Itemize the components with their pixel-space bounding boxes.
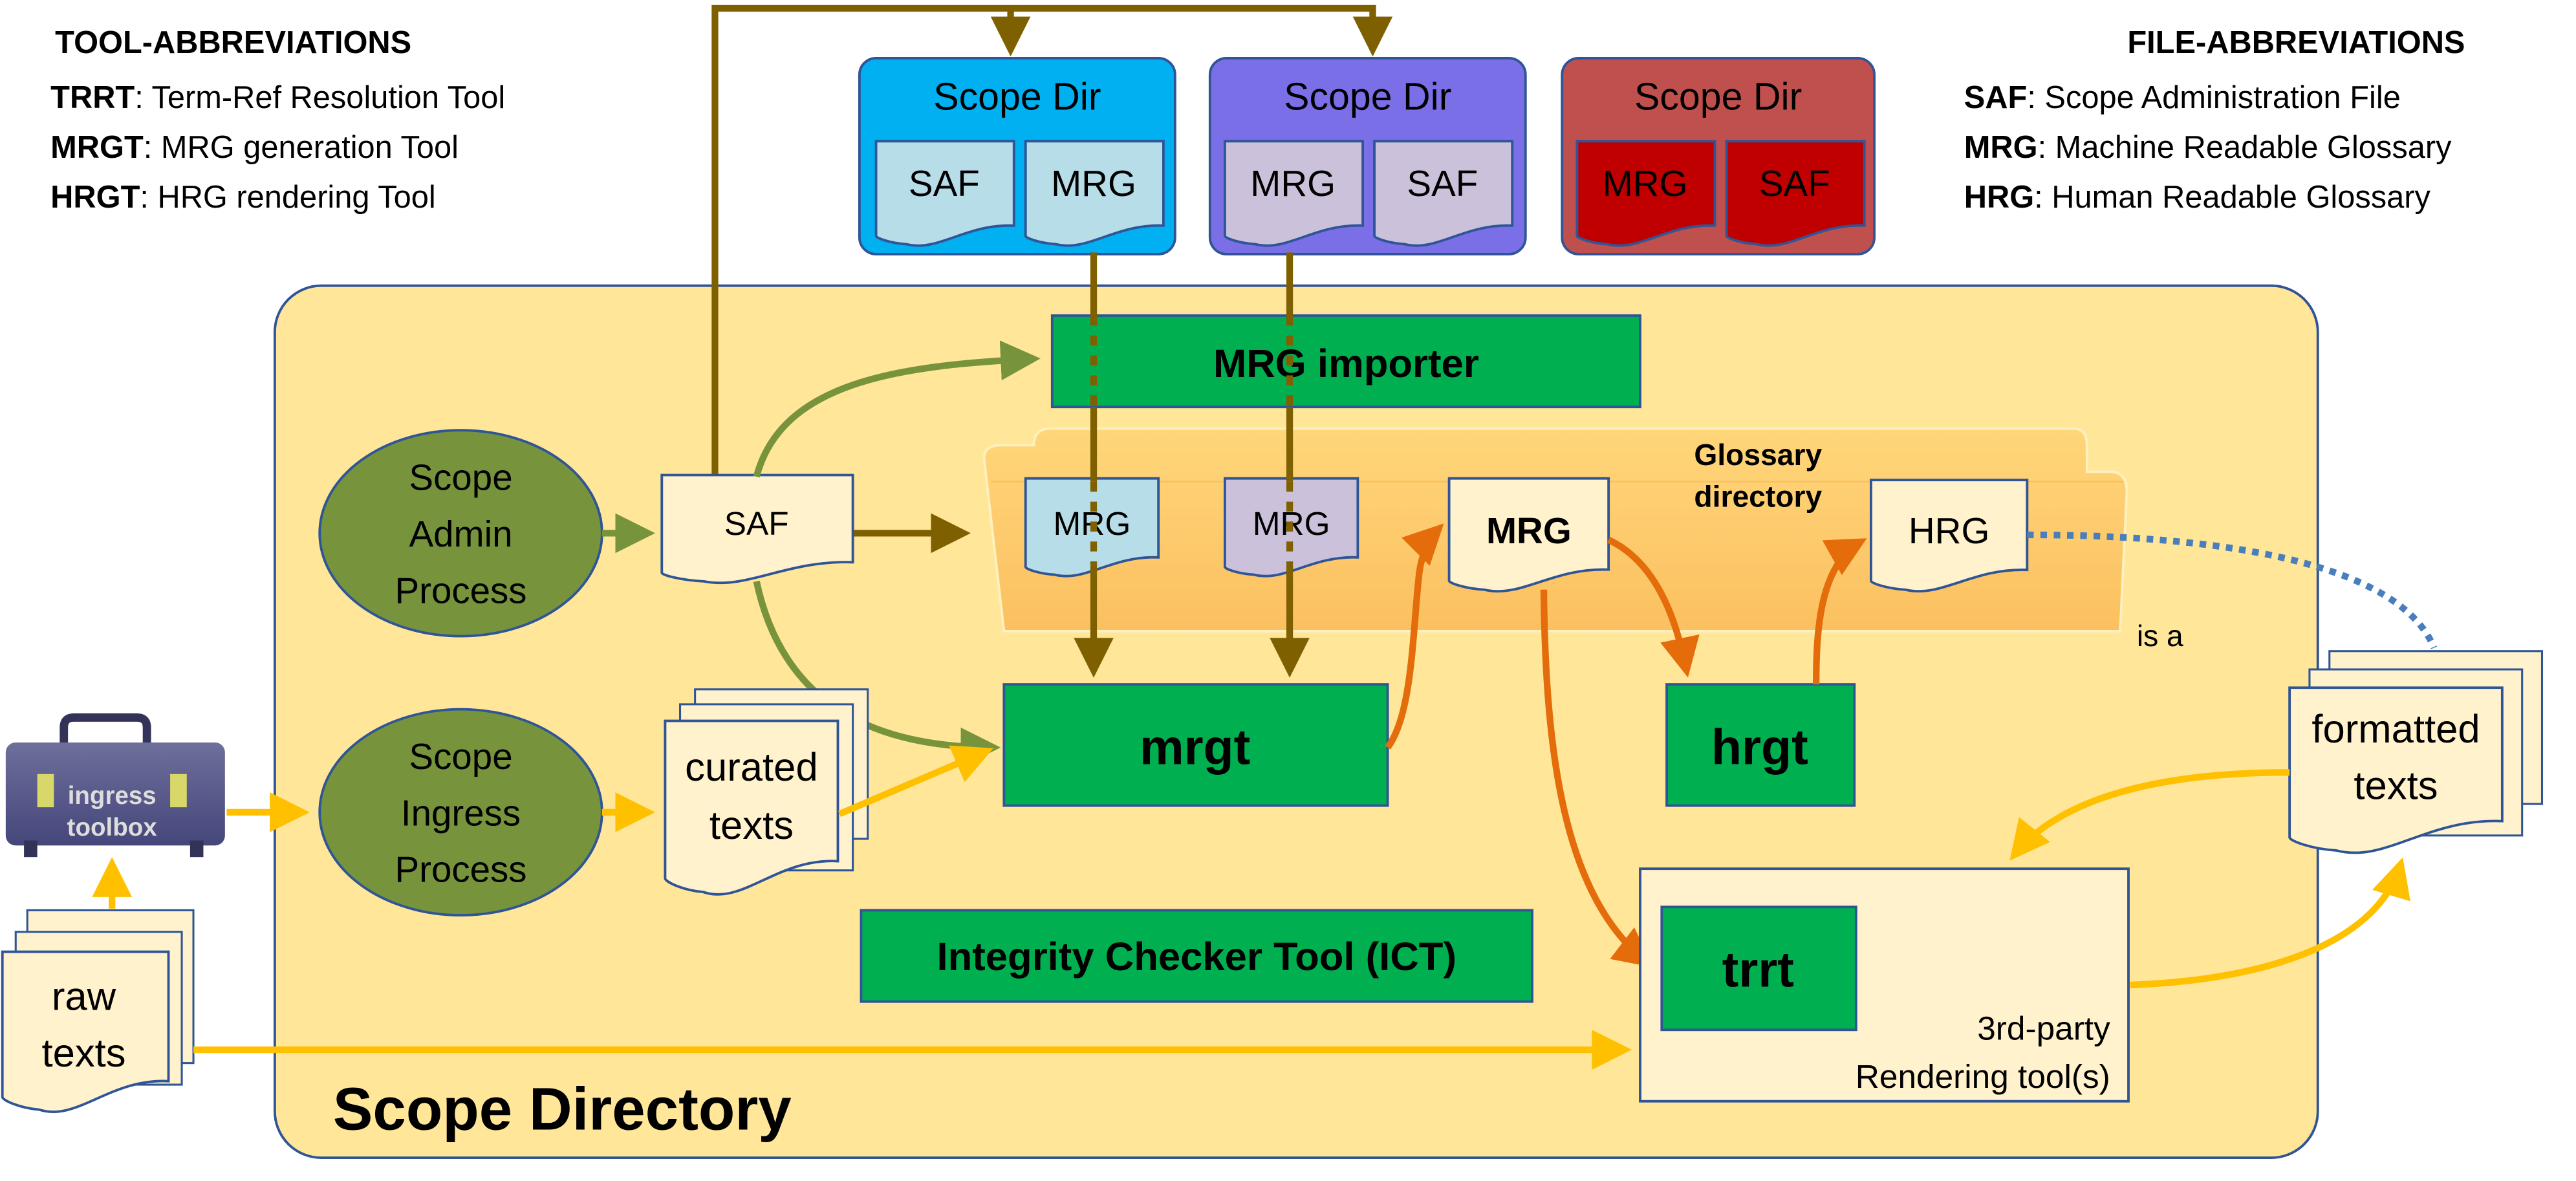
rendering-tools-label: Rendering tool(s) [1856, 1058, 2110, 1095]
process-label: Ingress [401, 792, 521, 833]
legend-item: HRGT: HRG rendering Tool [50, 180, 436, 215]
doc-label: curated [685, 745, 818, 790]
tool-label: mrgt [1140, 719, 1250, 775]
tool-label: trrt [1722, 942, 1794, 998]
doc-label: MRG [1051, 163, 1136, 204]
doc-label: MRG [1250, 163, 1336, 204]
external-scope-dir-blue: Scope Dir SAF MRG [858, 56, 1176, 255]
external-scope-dir-purple: Scope Dir MRG SAF [1208, 56, 1527, 255]
toolbox-label: toolbox [67, 814, 158, 841]
external-scope-dir-red: Scope Dir MRG SAF [1561, 56, 1876, 255]
doc-label: HRG [1909, 510, 1990, 551]
doc-label: SAF [1407, 163, 1478, 204]
legend-title: FILE-ABBREVIATIONS [2127, 25, 2465, 60]
process-label: Scope [409, 736, 512, 777]
doc-label: SAF [724, 505, 789, 542]
legend-item: HRG: Human Readable Glossary [1964, 180, 2431, 215]
doc-label: SAF [909, 163, 980, 204]
doc-label: SAF [1759, 163, 1830, 204]
scope-directory-diagram: TOOL-ABBREVIATIONS TRRT: Term-Ref Resolu… [1, 5, 2544, 1159]
legend-item: MRGT: MRG generation Tool [50, 130, 459, 165]
file-abbreviations-legend: FILE-ABBREVIATIONS SAF: Scope Administra… [1964, 25, 2465, 215]
tool-label: hrgt [1711, 719, 1808, 775]
toolbox-label: ingress [68, 782, 157, 810]
scope-dir-title: Scope Dir [1284, 76, 1451, 118]
legend-item: TRRT: Term-Ref Resolution Tool [50, 80, 505, 115]
scope-dir-title: Scope Dir [1634, 76, 1802, 118]
doc-label: raw [52, 974, 116, 1019]
mrg-importer-label: MRG importer [1213, 341, 1479, 386]
doc-label: texts [41, 1031, 125, 1076]
glossary-directory-label: directory [1694, 479, 1822, 513]
legend-item: SAF: Scope Administration File [1964, 80, 2401, 115]
scope-directory-label: Scope Directory [333, 1075, 792, 1142]
process-label: Scope [409, 457, 512, 498]
legend-item: MRG: Machine Readable Glossary [1964, 130, 2452, 165]
rendering-tools-label: 3rd-party [1977, 1010, 2110, 1047]
doc-label: MRG [1486, 510, 1572, 551]
ingress-toolbox-icon: ingress toolbox [5, 713, 225, 858]
process-label: Process [395, 849, 526, 890]
doc-label: texts [2354, 763, 2438, 808]
process-label: Process [395, 570, 526, 611]
doc-label: MRG [1603, 163, 1688, 204]
tool-abbreviations-legend: TOOL-ABBREVIATIONS TRRT: Term-Ref Resolu… [50, 25, 505, 215]
glossary-directory-label: Glossary [1694, 438, 1822, 471]
doc-label: texts [709, 803, 794, 848]
process-label: Admin [409, 514, 512, 554]
tool-label: Integrity Checker Tool (ICT) [937, 935, 1456, 979]
doc-label: formatted [2311, 707, 2480, 752]
is-a-label: is a [2137, 619, 2183, 653]
scope-dir-title: Scope Dir [933, 76, 1101, 118]
legend-title: TOOL-ABBREVIATIONS [55, 25, 411, 60]
